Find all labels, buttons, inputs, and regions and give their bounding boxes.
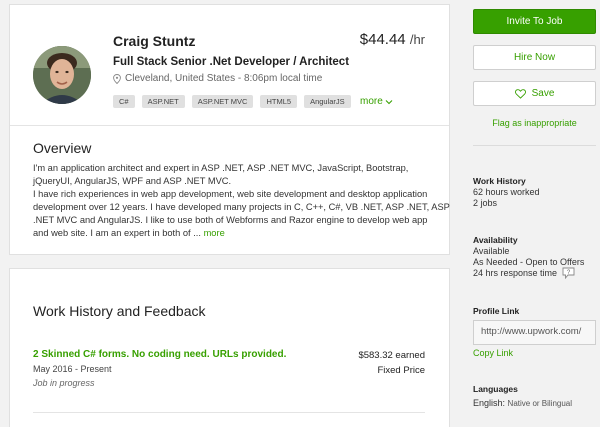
rate-amount: $44.44 [359,31,406,48]
more-skills-link[interactable]: more [360,96,393,107]
language-level: Native or Bilingual [507,399,573,408]
overview-line: .NET MVC and AngularJS. I like to use bo… [33,215,428,225]
invite-to-job-label: Invite To Job [506,16,563,27]
profile-link-field[interactable]: http://www.upwork.com/ [473,320,596,345]
overview-line: development over 12 years. I have develo… [33,202,450,212]
freelancer-name: Craig Stuntz [113,33,196,49]
jobs-count: 2 jobs [473,198,498,208]
invite-to-job-button[interactable]: Invite To Job [473,9,596,34]
rate-unit: /hr [409,32,425,47]
overview-line: I have rich experiences in web app devel… [33,189,428,199]
hours-worked: 62 hours worked [473,187,540,197]
overview-line: and web site. I am an expert in both of … [33,228,201,238]
location: Cleveland, United States - 8:06pm local … [113,73,322,84]
profile-title: Full Stack Senior .Net Developer / Archi… [113,56,350,68]
job-divider [33,412,425,413]
job-dates: May 2016 - Present [33,364,112,374]
avatar[interactable] [33,46,91,104]
skill-tag[interactable]: ASP.NET MVC [191,95,254,108]
skills-list: C# ASP.NET ASP.NET MVC HTML5 AngularJS [113,95,351,108]
job-status: Job in progress [33,378,95,388]
flag-inappropriate-link[interactable]: Flag as inappropriate [473,118,596,128]
hire-now-button[interactable]: Hire Now [473,45,596,70]
info-bubble-icon[interactable]: ? [562,267,575,279]
language-item: English: Native or Bilingual [473,398,572,408]
overview-text: I'm an application architect and expert … [33,162,450,240]
job-title-link[interactable]: 2 Skinned C# forms. No coding need. URLs… [33,349,286,360]
work-history-card: Work History and Feedback 2 Skinned C# f… [9,268,450,427]
skill-tag[interactable]: ASP.NET [141,95,185,108]
skill-tag[interactable]: C# [113,95,135,108]
hire-now-label: Hire Now [513,52,556,63]
work-history-heading: Work History and Feedback [33,303,206,319]
response-time: 24 hrs response time ? [473,267,575,279]
map-pin-icon [113,73,121,84]
save-label: Save [531,88,555,99]
avatar-photo [33,46,91,104]
copy-link-button[interactable]: Copy Link [473,348,513,358]
overview-more-link[interactable]: more [204,228,225,238]
more-skills-label: more [360,96,383,107]
availability-detail: As Needed - Open to Offers [473,257,585,267]
skill-tag[interactable]: AngularJS [304,95,351,108]
skill-tag[interactable]: HTML5 [260,95,298,108]
overview-line: I'm an application architect and expert … [33,163,409,173]
overview-heading: Overview [33,140,92,156]
profile-link-label: Profile Link [473,306,520,316]
job-type: Fixed Price [377,365,425,376]
availability-label: Availability [473,235,518,245]
work-history-label: Work History [473,176,526,186]
language-name: English: [473,398,506,408]
job-earned: $583.32 earned [358,350,425,361]
overview-line-last: and web site. I am an expert in both of … [33,227,438,240]
overview-line: jQueryUI, AngularJS, WPF and ASP .NET MV… [33,176,232,186]
profile-card: Craig Stuntz $44.44 /hr Full Stack Senio… [9,4,450,255]
heart-icon [514,88,526,99]
chevron-down-icon [385,99,393,104]
hourly-rate: $44.44 /hr [360,31,425,48]
section-divider [10,125,449,126]
location-text: Cleveland, United States - 8:06pm local … [125,73,323,84]
availability-status: Available [473,246,510,256]
response-time-text: 24 hrs response time [473,268,558,278]
save-button[interactable]: Save [473,81,596,106]
languages-label: Languages [473,384,518,394]
sidebar-divider [473,145,596,146]
